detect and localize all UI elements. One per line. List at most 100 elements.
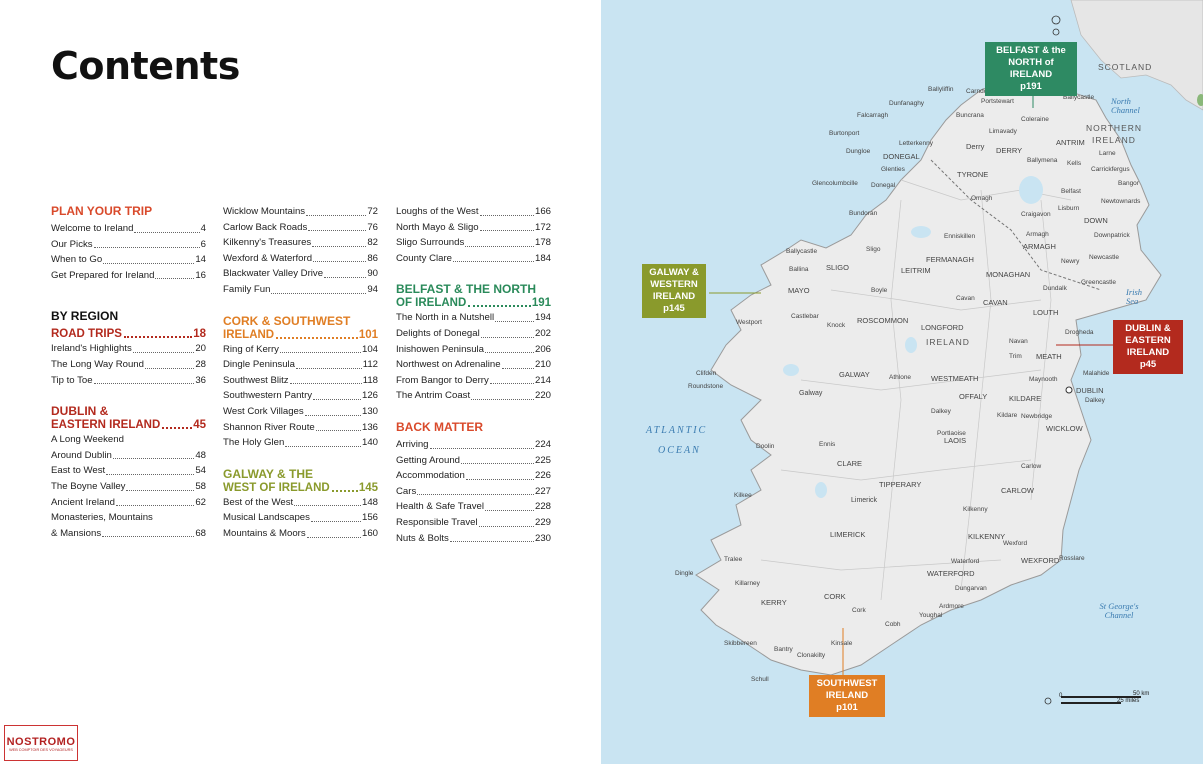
toc-entry[interactable]: Ireland's Highlights 20 <box>51 341 206 357</box>
toc-entry[interactable]: From Bangor to Derry 214 <box>396 373 551 389</box>
toc-entry-label: Kilkenny's Treasures <box>223 237 312 249</box>
toc-entry[interactable]: Tip to Toe 36 <box>51 373 206 389</box>
toc-entry[interactable]: Carlow Back Roads 76 <box>223 220 378 236</box>
toc-entry-label: Carlow Back Roads <box>223 221 308 233</box>
toc-entry[interactable]: Dingle Peninsula 112 <box>223 357 378 373</box>
leader-dots <box>465 235 534 247</box>
toc-entry[interactable]: The Antrim Coast 220 <box>396 388 551 404</box>
toc-entry[interactable]: Responsible Travel 229 <box>396 515 551 531</box>
section-road-trips-page: 18 <box>193 328 206 341</box>
toc-entry[interactable]: Arriving 224 <box>396 437 551 453</box>
county-label: KERRY <box>761 598 787 607</box>
callout-galway[interactable]: GALWAY & WESTERN IRELAND p145 <box>642 264 706 318</box>
leader-dots <box>276 328 358 339</box>
town-label: Donegal <box>871 182 896 189</box>
county-label: OFFALY <box>959 392 988 401</box>
county-label: DERRY <box>996 146 1023 155</box>
toc-entry[interactable]: Sligo Surrounds 178 <box>396 235 551 251</box>
section-belfast[interactable]: OF IRELAND 191 <box>396 296 551 310</box>
county-label: LOUTH <box>1033 308 1059 317</box>
callout-southwest[interactable]: SOUTHWEST IRELAND p101 <box>809 675 885 717</box>
toc-entry[interactable]: The Long Way Round 28 <box>51 357 206 373</box>
toc-entry[interactable]: Wexford & Waterford 86 <box>223 251 378 267</box>
compass-icon <box>1051 15 1061 36</box>
toc-entry[interactable]: Mountains & Moors 160 <box>223 526 378 542</box>
leader-dots <box>489 373 534 385</box>
county-label: CAVAN <box>983 298 1008 307</box>
town-label: Dingle <box>675 570 694 577</box>
toc-entry[interactable]: County Clare 184 <box>396 251 551 267</box>
toc-entry[interactable]: The Boyne Valley 58 <box>51 479 206 495</box>
toc-entry[interactable]: Southwest Blitz 118 <box>223 373 378 389</box>
toc-entry[interactable]: Northwest on Adrenaline 210 <box>396 357 551 373</box>
toc-entry[interactable]: West Cork Villages 130 <box>223 404 378 420</box>
toc-entry[interactable]: Health & Safe Travel 228 <box>396 499 551 515</box>
toc-entry[interactable]: North Mayo & Sligo 172 <box>396 220 551 236</box>
callout-dublin[interactable]: DUBLIN & EASTERN IRELAND p45 <box>1113 320 1183 374</box>
toc-entry[interactable]: Monasteries, Mountains <box>51 510 206 526</box>
toc-entry[interactable]: Delights of Donegal 202 <box>396 326 551 342</box>
toc-entry-label: Responsible Travel <box>396 516 478 528</box>
toc-entry[interactable]: Get Prepared for Ireland 16 <box>51 268 206 284</box>
town-label: Cobh <box>885 621 901 628</box>
town-label: Ballymena <box>1027 157 1058 164</box>
toc-entry-page: 94 <box>367 283 378 295</box>
label-ni-ireland: IRELAND <box>1092 135 1136 145</box>
toc-entry[interactable]: Nuts & Bolts 230 <box>396 531 551 547</box>
toc-entry-page: 118 <box>362 374 378 386</box>
toc-entry[interactable]: Ancient Ireland 62 <box>51 495 206 511</box>
toc-entry[interactable]: Family Fun 94 <box>223 282 378 298</box>
toc-entry[interactable]: The North in a Nutshell 194 <box>396 310 551 326</box>
toc-entry[interactable]: Wicklow Mountains 72 <box>223 204 378 220</box>
toc-entry-page: 226 <box>534 470 551 482</box>
section-dublin[interactable]: EASTERN IRELAND 45 <box>51 418 206 432</box>
town-label: Dundalk <box>1043 285 1067 292</box>
section-cork[interactable]: IRELAND 101 <box>223 328 378 342</box>
toc-entry[interactable]: The Holy Glen 140 <box>223 435 378 451</box>
town-label: Bundoran <box>849 210 878 217</box>
section-galway[interactable]: WEST OF IRELAND 145 <box>223 481 378 495</box>
toc-entry[interactable]: Shannon River Route 136 <box>223 420 378 436</box>
toc-entry[interactable]: Blackwater Valley Drive 90 <box>223 266 378 282</box>
county-label: ANTRIM <box>1056 138 1085 147</box>
toc-entry[interactable]: Inishowen Peninsula 206 <box>396 342 551 358</box>
toc-entry-page: 214 <box>534 374 551 386</box>
dublin-list-cont: Wicklow Mountains 72 Carlow Back Roads 76 Ki… <box>223 204 378 298</box>
toc-entry-label: Arriving <box>396 438 429 450</box>
toc-entry[interactable]: Ring of Kerry 104 <box>223 342 378 358</box>
toc-entry[interactable]: A Long Weekend <box>51 432 206 448</box>
toc-entry[interactable]: Best of the West 148 <box>223 495 378 511</box>
toc-entry[interactable]: Accommodation 226 <box>396 468 551 484</box>
callout-belfast[interactable]: BELFAST & the NORTH of IRELAND p191 <box>985 42 1077 96</box>
toc-entry[interactable]: Around Dublin 48 <box>51 448 206 464</box>
toc-entry[interactable]: Southwestern Pantry 126 <box>223 388 378 404</box>
callout-line: p101 <box>836 702 858 713</box>
callout-line: IRELAND <box>1126 347 1170 358</box>
toc-entry[interactable]: Getting Around 225 <box>396 453 551 469</box>
toc-entry[interactable]: When to Go 14 <box>51 252 206 268</box>
toc-entry[interactable]: Loughs of the West 166 <box>396 204 551 220</box>
town-label: Dungloe <box>846 148 871 155</box>
toc-entry[interactable]: & Mansions 68 <box>51 526 206 542</box>
toc-entry[interactable]: Cars 227 <box>396 484 551 500</box>
label-st-georges: St George's Channel <box>1099 601 1139 620</box>
belfast-list: The North in a Nutshell 194 Delights of Do… <box>396 310 551 404</box>
toc-entry-page: 206 <box>534 343 551 355</box>
town-label: Coleraine <box>1021 116 1049 123</box>
county-label: WICKLOW <box>1046 424 1083 433</box>
county-label: LAOIS <box>944 436 967 445</box>
section-galway-page: 145 <box>358 481 378 494</box>
toc-entry[interactable]: East to West 54 <box>51 463 206 479</box>
toc-entry[interactable]: Musical Landscapes 156 <box>223 510 378 526</box>
toc-entry[interactable]: Our Picks 6 <box>51 237 206 253</box>
toc-entry[interactable]: Kilkenny's Treasures 82 <box>223 235 378 251</box>
toc-entry-label: & Mansions <box>51 527 102 539</box>
contents-page: Contents PLAN YOUR TRIP Welcome to Irela… <box>0 0 601 764</box>
county-label: WEXFORD <box>1021 556 1060 565</box>
toc-entry-page: 166 <box>534 206 551 217</box>
toc-entry-page: 178 <box>534 237 551 249</box>
county-label: LIMERICK <box>830 530 866 539</box>
county-label: DOWN <box>1084 216 1108 225</box>
section-road-trips[interactable]: ROAD TRIPS 18 <box>51 327 206 341</box>
toc-entry[interactable]: Welcome to Ireland 4 <box>51 221 206 237</box>
